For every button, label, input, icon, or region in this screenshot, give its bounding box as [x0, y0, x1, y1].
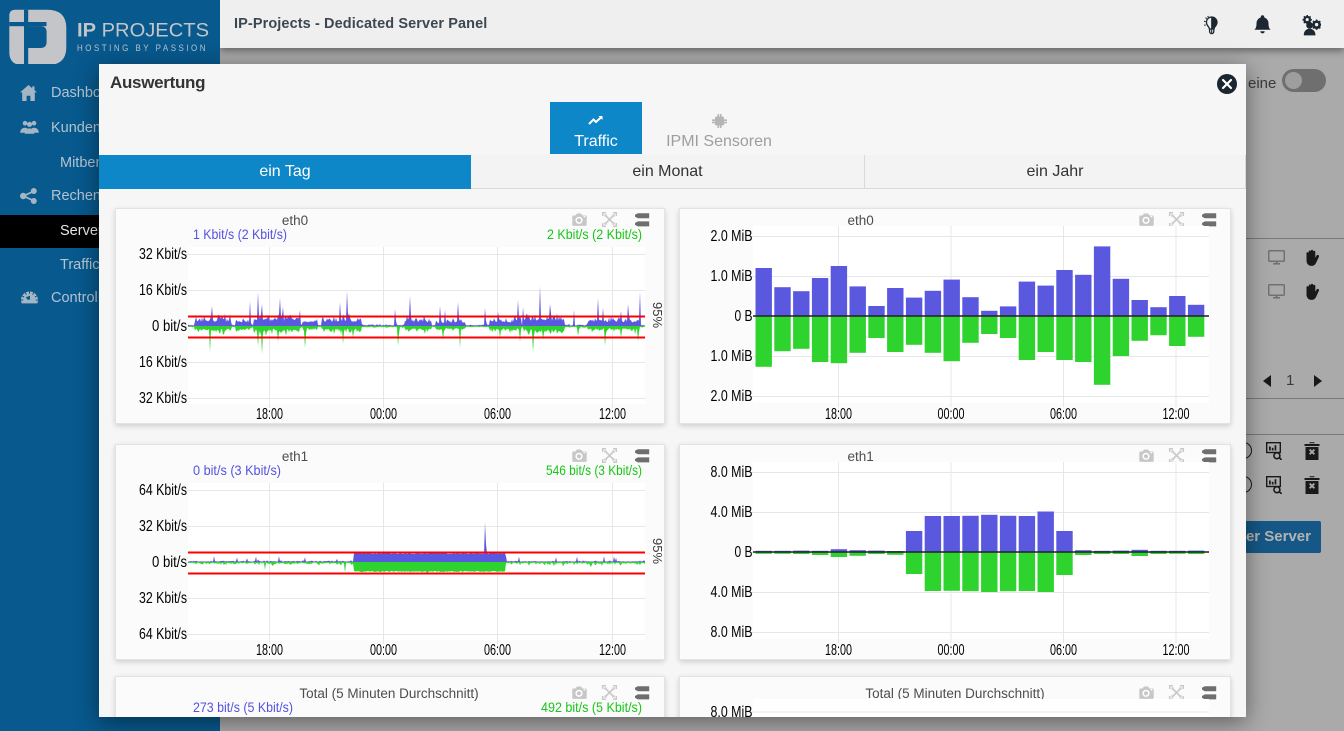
svg-text:0 bit/s (3 Kbit/s): 0 bit/s (3 Kbit/s)	[193, 462, 281, 478]
svg-text:1.0 MiB: 1.0 MiB	[711, 268, 753, 285]
svg-text:12:00: 12:00	[599, 406, 626, 423]
svg-text:16 Kbit/s: 16 Kbit/s	[139, 354, 187, 371]
svg-text:12:00: 12:00	[1163, 642, 1190, 659]
svg-text:16 Kbit/s: 16 Kbit/s	[139, 282, 187, 299]
svg-text:18:00: 18:00	[825, 642, 852, 659]
svg-text:2.0 MiB: 2.0 MiB	[711, 388, 753, 405]
svg-text:95%: 95%	[650, 302, 665, 328]
svg-text:32 Kbit/s: 32 Kbit/s	[139, 590, 187, 607]
svg-text:273 bit/s (5 Kbit/s): 273 bit/s (5 Kbit/s)	[193, 699, 293, 715]
svg-text:12:00: 12:00	[599, 642, 626, 659]
svg-text:0 B: 0 B	[735, 544, 753, 561]
svg-text:8.0 MiB: 8.0 MiB	[711, 464, 753, 481]
svg-text:Total (5 Minuten Durchschnitt): Total (5 Minuten Durchschnitt)	[865, 686, 1044, 701]
svg-text:32 Kbit/s: 32 Kbit/s	[139, 390, 187, 407]
svg-text:1.0 MiB: 1.0 MiB	[711, 348, 753, 365]
svg-text:Total (5 Minuten Durchschnitt): Total (5 Minuten Durchschnitt)	[299, 686, 478, 701]
svg-text:18:00: 18:00	[825, 406, 852, 423]
svg-text:eth1: eth1	[847, 449, 873, 464]
svg-text:0 B: 0 B	[735, 308, 753, 325]
svg-text:12:00: 12:00	[1163, 406, 1190, 423]
svg-text:eth1: eth1	[282, 449, 308, 464]
svg-text:8.0 MiB: 8.0 MiB	[711, 704, 753, 717]
svg-text:0 bit/s: 0 bit/s	[152, 318, 187, 335]
svg-text:4.0 MiB: 4.0 MiB	[711, 584, 753, 601]
svg-text:492 bit/s (5 Kbit/s): 492 bit/s (5 Kbit/s)	[541, 699, 642, 715]
svg-text:IP PROJECTS: IP PROJECTS	[77, 21, 209, 42]
svg-text:06:00: 06:00	[484, 642, 511, 659]
svg-text:06:00: 06:00	[1050, 642, 1077, 659]
svg-text:HOSTING BY PASSION: HOSTING BY PASSION	[77, 43, 208, 54]
svg-text:06:00: 06:00	[484, 406, 511, 423]
svg-text:00:00: 00:00	[938, 642, 965, 659]
svg-text:00:00: 00:00	[370, 406, 397, 423]
svg-text:2 Kbit/s (2 Kbit/s): 2 Kbit/s (2 Kbit/s)	[547, 226, 642, 242]
svg-text:32 Kbit/s: 32 Kbit/s	[139, 518, 187, 535]
svg-text:1 Kbit/s (2 Kbit/s): 1 Kbit/s (2 Kbit/s)	[193, 226, 287, 242]
svg-text:32 Kbit/s: 32 Kbit/s	[139, 246, 187, 263]
svg-text:00:00: 00:00	[938, 406, 965, 423]
svg-text:64 Kbit/s: 64 Kbit/s	[139, 626, 187, 643]
svg-text:2.0 MiB: 2.0 MiB	[711, 228, 753, 245]
svg-text:64 Kbit/s: 64 Kbit/s	[139, 482, 187, 499]
svg-text:546 bit/s (3 Kbit/s): 546 bit/s (3 Kbit/s)	[546, 462, 642, 478]
svg-text:18:00: 18:00	[256, 642, 283, 659]
svg-text:00:00: 00:00	[370, 642, 397, 659]
svg-text:8.0 MiB: 8.0 MiB	[711, 624, 753, 641]
svg-text:95%: 95%	[650, 538, 665, 564]
svg-text:18:00: 18:00	[256, 406, 283, 423]
svg-text:06:00: 06:00	[1050, 406, 1077, 423]
svg-text:eth0: eth0	[847, 213, 873, 228]
svg-text:0 bit/s: 0 bit/s	[152, 554, 187, 571]
svg-text:4.0 MiB: 4.0 MiB	[711, 504, 753, 521]
